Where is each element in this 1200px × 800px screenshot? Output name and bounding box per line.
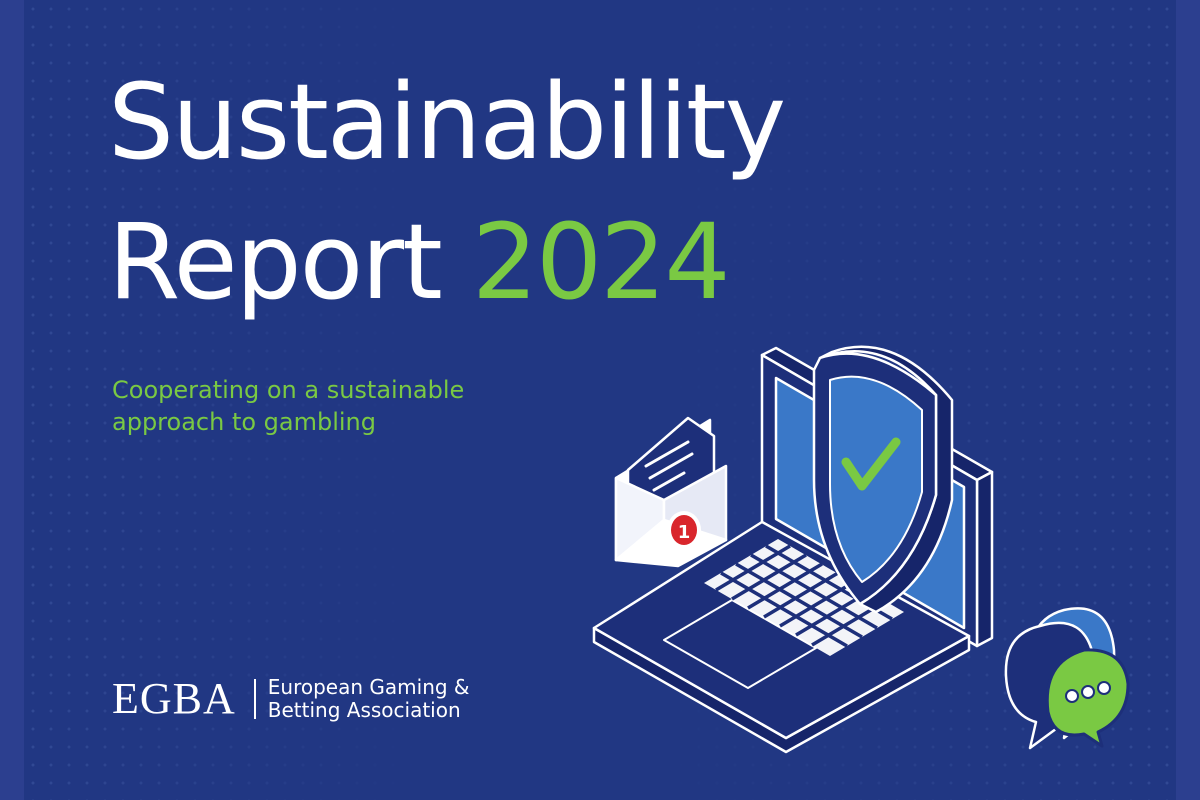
org-name-line-2: Betting Association [267,698,461,722]
notification-count: 1 [678,522,691,543]
subtitle-line-2: approach to gambling [112,408,376,436]
title-line-1: Sustainability [108,61,786,183]
report-cover: Sustainability Report 2024 Cooperating o… [24,0,1176,800]
organization-name: European Gaming & Betting Association [268,676,470,722]
report-title: Sustainability Report 2024 [108,52,786,332]
org-name-line-1: European Gaming & [267,675,470,699]
title-word-report: Report [108,201,443,323]
envelope-icon [614,416,728,568]
chat-bubble-icon [1004,607,1130,750]
notification-badge-icon: 1 [667,511,701,549]
security-illustration: 1 [564,320,1176,800]
organization-brand: EGBA European Gaming & Betting Associati… [112,676,470,722]
brand-divider [253,679,256,719]
title-line-2: Report 2024 [108,192,784,332]
egba-logo: EGBA [112,674,236,723]
title-year: 2024 [471,201,731,323]
report-subtitle: Cooperating on a sustainable approach to… [112,374,532,438]
subtitle-line-1: Cooperating on a sustainable [112,376,465,404]
